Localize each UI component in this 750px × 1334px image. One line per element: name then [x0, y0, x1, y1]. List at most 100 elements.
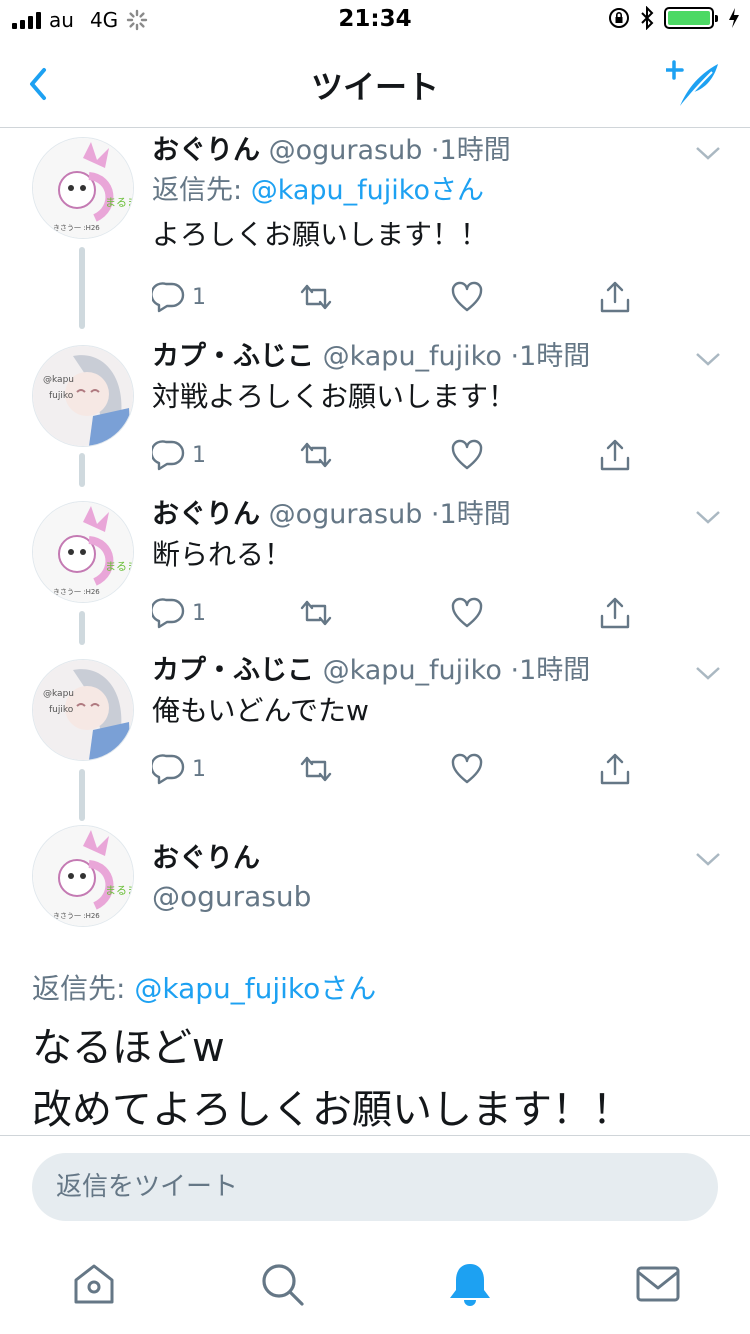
reply-button[interactable]: 1	[152, 593, 206, 633]
page-title: ツイート	[310, 68, 439, 106]
tweet-author-handle[interactable]: @ogurasub	[269, 499, 423, 530]
tweet-header: おぐりん @ogurasub ·1時間	[152, 131, 690, 171]
tweet-time: 1時間	[519, 655, 591, 686]
avatar[interactable]: まるまる きさう一 :H26	[32, 825, 134, 927]
tweet-item[interactable]: @kapu fujiko カプ・ふじこ @kapu_fujiko ·1時間 対戦…	[0, 335, 750, 493]
tweet-actions: 1	[152, 749, 652, 789]
avatar[interactable]: まるまる きさう一 :H26	[32, 501, 134, 603]
charging-icon	[729, 8, 739, 28]
like-button[interactable]	[450, 435, 484, 475]
messages-icon[interactable]	[634, 1260, 682, 1308]
main-tweet-text-line: 改めてよろしくお願いします！！	[32, 1087, 632, 1133]
tweet-item[interactable]: @kapu fujiko カプ・ふじこ @kapu_fujiko ·1時間 俺も…	[0, 651, 750, 809]
share-button[interactable]	[598, 749, 632, 789]
status-bar: au 4G 21:34	[0, 0, 750, 40]
tweet-header: カプ・ふじこ @kapu_fujiko ·1時間	[152, 651, 690, 691]
home-icon[interactable]	[70, 1260, 118, 1308]
svg-text:@kapu: @kapu	[43, 689, 74, 699]
reply-icon	[152, 440, 185, 471]
reply-icon	[152, 282, 185, 313]
orientation-lock-icon	[609, 8, 629, 28]
main-tweet-header: おぐりん @ogurasub	[152, 841, 311, 917]
chevron-down-icon[interactable]	[694, 849, 722, 869]
share-icon	[600, 281, 630, 313]
heart-icon	[451, 439, 483, 470]
tweet-text: 俺もいどんでたw	[152, 694, 369, 727]
svg-text:@kapu: @kapu	[43, 375, 74, 385]
reply-mention-link[interactable]: @kapu_fujikoさん	[134, 972, 376, 1005]
battery-icon	[664, 7, 718, 29]
tweet-author-name[interactable]: おぐりん	[152, 499, 260, 530]
avatar[interactable]: @kapu fujiko	[32, 659, 134, 761]
main-tweet-text: なるほどw 改めてよろしくお願いします！！	[32, 1017, 632, 1134]
main-tweet-author-name[interactable]: おぐりん	[152, 841, 311, 877]
svg-text:まるまる: まるまる	[105, 884, 134, 897]
reply-context: 返信先: @kapu_fujikoさん	[152, 171, 690, 211]
bluetooth-icon	[641, 6, 654, 30]
tweet-author-handle[interactable]: @ogurasub	[269, 135, 423, 166]
like-button[interactable]	[450, 593, 484, 633]
tweet-time: 1時間	[519, 341, 591, 372]
tweet-time: 1時間	[439, 135, 511, 166]
reply-count: 1	[192, 284, 206, 310]
heart-icon	[451, 597, 483, 628]
retweet-icon	[300, 442, 332, 468]
share-button[interactable]	[598, 593, 632, 633]
svg-text:きさう一 :H26: きさう一 :H26	[53, 224, 100, 232]
retweet-button[interactable]	[298, 593, 334, 633]
tweet-author-handle[interactable]: @kapu_fujiko	[323, 341, 502, 372]
reply-button[interactable]: 1	[152, 435, 206, 475]
svg-text:まるまる: まるまる	[105, 560, 134, 573]
share-icon	[600, 753, 630, 785]
heart-icon	[451, 281, 483, 312]
retweet-button[interactable]	[298, 277, 334, 317]
heart-icon	[451, 753, 483, 784]
reply-count: 1	[192, 756, 206, 782]
reply-bar	[0, 1135, 750, 1235]
reply-prefix: 返信先:	[152, 175, 251, 206]
chevron-down-icon[interactable]	[694, 663, 722, 683]
chevron-down-icon[interactable]	[694, 143, 722, 163]
reply-prefix: 返信先:	[32, 972, 135, 1005]
retweet-button[interactable]	[298, 749, 334, 789]
avatar[interactable]: まるまる きさう一 :H26	[32, 137, 134, 239]
tweet-actions: 1	[152, 435, 652, 475]
retweet-button[interactable]	[298, 435, 334, 475]
tweet-author-name[interactable]: カプ・ふじこ	[152, 655, 314, 686]
tweet-text: 対戦よろしくお願いします！	[152, 380, 517, 413]
search-icon[interactable]	[258, 1260, 306, 1308]
reply-icon	[152, 754, 185, 785]
tweet-separator: ·	[510, 655, 520, 686]
tweet-item[interactable]: まるまる きさう一 :H26 おぐりん @ogurasub ·1時間 断られる！…	[0, 493, 750, 651]
chevron-down-icon[interactable]	[694, 349, 722, 369]
reply-mention-link[interactable]: @kapu_fujikoさん	[251, 175, 484, 206]
compose-tweet-icon[interactable]	[666, 58, 722, 110]
share-icon	[600, 439, 630, 471]
svg-text:まるまる: まるまる	[105, 196, 134, 209]
like-button[interactable]	[450, 277, 484, 317]
tweet-text: よろしくお願いします！！	[152, 218, 489, 251]
reply-button[interactable]: 1	[152, 749, 206, 789]
reply-input[interactable]	[32, 1153, 718, 1221]
chevron-down-icon[interactable]	[694, 507, 722, 527]
tweet-author-name[interactable]: おぐりん	[152, 135, 260, 166]
reply-button[interactable]: 1	[152, 277, 206, 317]
avatar[interactable]: @kapu fujiko	[32, 345, 134, 447]
svg-text:きさう一 :H26: きさう一 :H26	[53, 912, 100, 920]
notifications-icon[interactable]	[446, 1260, 494, 1308]
share-button[interactable]	[598, 435, 632, 475]
status-right	[608, 6, 740, 30]
tweet-header: おぐりん @ogurasub ·1時間	[152, 495, 690, 535]
reply-count: 1	[192, 442, 206, 468]
like-button[interactable]	[450, 749, 484, 789]
tweet-separator: ·	[430, 499, 440, 530]
share-button[interactable]	[598, 277, 632, 317]
tweet-author-handle[interactable]: @kapu_fujiko	[323, 655, 502, 686]
main-tweet-author-handle[interactable]: @ogurasub	[152, 877, 311, 917]
tweet-author-name[interactable]: カプ・ふじこ	[152, 341, 314, 372]
share-icon	[600, 597, 630, 629]
tweet-item[interactable]: まるまる きさう一 :H26 おぐりん @ogurasub ·1時間 返信先: …	[0, 129, 750, 329]
nav-bar: ツイート	[0, 40, 750, 128]
tweet-header: カプ・ふじこ @kapu_fujiko ·1時間	[152, 337, 690, 377]
tweet-actions: 1	[152, 277, 652, 317]
